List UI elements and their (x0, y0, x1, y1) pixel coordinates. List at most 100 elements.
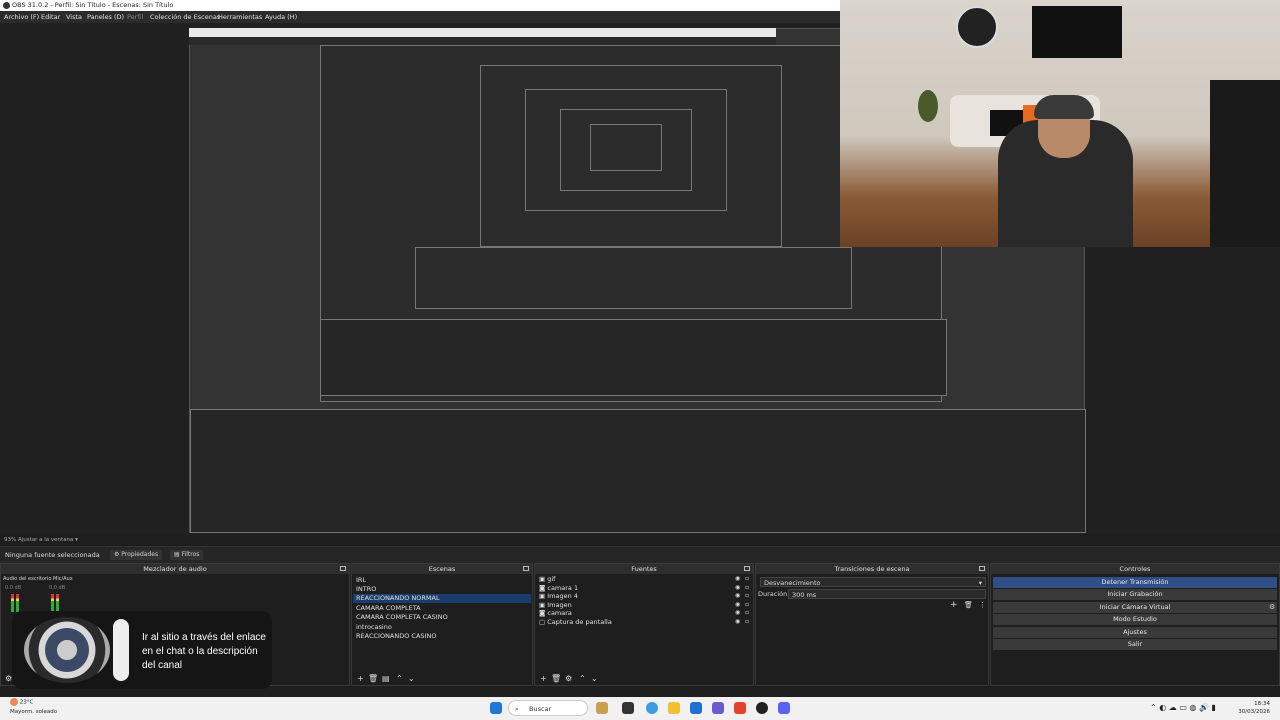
controls-dock: Controles Detener Transmisión Iniciar Gr… (990, 563, 1280, 686)
move-down-icon[interactable]: ⌄ (408, 675, 415, 683)
weather-widget[interactable]: 23°C Mayorm. soleado (10, 698, 57, 717)
start-virtual-camera-button[interactable]: Iniciar Cámara Virtual (993, 602, 1277, 613)
scenes-title: Escenas (428, 565, 456, 573)
filters-label: Filtros (181, 551, 200, 558)
audio-mixer-header: Mezclador de audio (1, 564, 349, 574)
zoom-status[interactable]: 93% Ajustar a la ventana ▾ (0, 535, 1280, 545)
roulette-icon (24, 617, 110, 683)
scene-item[interactable]: REACCIONANDO CASINO (356, 632, 436, 641)
controls-title: Controles (1119, 565, 1151, 573)
menu-ayuda[interactable]: Ayuda (H) (265, 11, 297, 23)
edge-icon[interactable] (646, 702, 658, 714)
undock-icon[interactable] (744, 566, 750, 571)
undock-icon[interactable] (979, 566, 985, 571)
move-up-icon[interactable]: ⌃ (396, 675, 403, 683)
menu-coleccion-escenas[interactable]: Colección de Escenas (150, 11, 220, 23)
obs-icon[interactable] (756, 702, 768, 714)
more-options-icon[interactable]: ⋮ (979, 601, 986, 609)
filters-button[interactable]: ▤ Filtros (170, 550, 204, 560)
window-title: OBS 31.0.2 - Perfil: Sin Título - Escena… (12, 1, 174, 9)
duration-value: 300 ms (792, 591, 817, 599)
transitions-header: Transiciones de escena (756, 564, 988, 574)
sun-icon (10, 698, 18, 706)
discord-icon[interactable] (778, 702, 790, 714)
studio-mode-button[interactable]: Modo Estudio (993, 614, 1277, 625)
exit-button[interactable]: Salir (993, 639, 1277, 650)
remove-scene-icon[interactable]: 🗑 (368, 675, 378, 683)
no-source-selected: Ninguna fuente seleccionada (5, 551, 100, 559)
source-item[interactable]: ▣ gif (539, 575, 555, 584)
zoom-text: 93% Ajustar a la ventana (4, 537, 74, 543)
meter-desktop (11, 594, 14, 612)
brave-icon[interactable] (734, 702, 746, 714)
menu-editar[interactable]: Editar (41, 11, 60, 23)
nested-frame-6 (590, 124, 662, 171)
controls-header: Controles (991, 564, 1279, 574)
monitor (1210, 80, 1280, 247)
channel-desktop-name: Audio del escritorio (3, 576, 52, 582)
promo-banner: Ir al sitio a través del enlace en el ch… (12, 611, 272, 689)
duration-input[interactable]: 300 ms (788, 589, 986, 599)
menu-perfil[interactable]: Perfil (127, 11, 143, 23)
transitions-title: Transiciones de escena (834, 565, 910, 573)
sources-dock: Fuentes ▣ gif ◙ camara 1 ▣ Imagen 4 ▣ Im… (534, 563, 754, 686)
remove-source-icon[interactable]: 🗑 (551, 675, 561, 683)
source-label: Captura de pantalla (547, 618, 612, 626)
stop-streaming-button[interactable]: Detener Transmisión (993, 577, 1277, 588)
move-down-icon[interactable]: ⌄ (591, 675, 598, 683)
source-label: Imagen 4 (547, 592, 578, 600)
weather-desc: Mayorm. soleado (10, 708, 58, 715)
virtual-camera-settings-icon[interactable]: ⚙ (1269, 603, 1275, 611)
settings-button[interactable]: Ajustes (993, 627, 1277, 638)
wall-logo (956, 6, 998, 48)
source-label: Imagen (547, 601, 572, 609)
obs-logo-icon (3, 2, 10, 9)
banner-side-icons (113, 619, 129, 681)
visibility-eye-icons[interactable]: ◉ ◉ ◉ ◉ ◉ ◉ (735, 575, 740, 627)
tray-icons[interactable]: ⌃ ◐ ☁ ▭ ◍ 🔊 ▮ (1150, 703, 1216, 712)
taskbar-search[interactable]: ⌕ Buscar (508, 700, 588, 716)
source-item[interactable]: ▣ Imagen 4 (539, 592, 578, 601)
lock-icons[interactable]: ▫ ▫ ▫ ▫ ▫ ▫ (745, 575, 749, 627)
scene-item[interactable]: introcasino (356, 623, 392, 632)
remove-transition-icon[interactable]: 🗑 (964, 601, 973, 609)
news-widget-icon[interactable] (596, 702, 608, 714)
store-icon[interactable] (690, 702, 702, 714)
add-scene-icon[interactable]: + (357, 675, 364, 683)
windows-start-icon[interactable] (490, 702, 502, 714)
duration-label: Duración (758, 590, 788, 598)
transition-select[interactable]: Desvanecimiento ▾ (760, 577, 986, 587)
undock-icon[interactable] (523, 566, 529, 571)
menu-archivo[interactable]: Archivo (F) (4, 11, 39, 23)
chevron-down-icon: ▾ (978, 579, 982, 587)
add-source-icon[interactable]: + (540, 675, 547, 683)
undock-icon[interactable] (340, 566, 346, 571)
menu-vista[interactable]: Vista (66, 11, 82, 23)
scene-item[interactable]: CAMARA COMPLETA (356, 604, 421, 613)
source-item[interactable]: ▢ Captura de pantalla (539, 618, 612, 627)
menu-herramientas[interactable]: Herramientas (218, 11, 262, 23)
properties-button[interactable]: ⚙ Propiedades (110, 550, 163, 560)
source-item[interactable]: ◙ camara (539, 609, 572, 618)
scene-item[interactable]: IRL (356, 576, 366, 585)
scene-filters-icon[interactable]: ▤ (382, 675, 390, 683)
task-view-icon[interactable] (622, 702, 634, 714)
scene-item[interactable]: INTRO (356, 585, 376, 594)
banner-text: Ir al sitio a través del enlace en el ch… (142, 632, 266, 671)
sources-title: Fuentes (631, 565, 657, 573)
move-up-icon[interactable]: ⌃ (579, 675, 586, 683)
source-label: camara 1 (547, 584, 579, 592)
meter-mic-2 (56, 594, 59, 612)
teams-icon[interactable] (712, 702, 724, 714)
scene-item[interactable]: CAMARA COMPLETA CASINO (356, 613, 448, 622)
scene-item-selected[interactable]: REACCIONANDO NORMAL (353, 594, 531, 603)
file-explorer-icon[interactable] (668, 702, 680, 714)
clock[interactable]: 18:34 30/03/2026 (1238, 700, 1270, 716)
clock-time: 18:34 (1254, 701, 1270, 707)
source-settings-icon[interactable]: ⚙ (565, 675, 572, 683)
weather-temp: 23°C (19, 699, 34, 706)
start-recording-button[interactable]: Iniciar Grabación (993, 589, 1277, 600)
menu-paneles[interactable]: Paneles (D) (87, 11, 124, 23)
add-transition-icon[interactable]: + (950, 600, 958, 610)
clock-date: 30/03/2026 (1238, 709, 1270, 715)
